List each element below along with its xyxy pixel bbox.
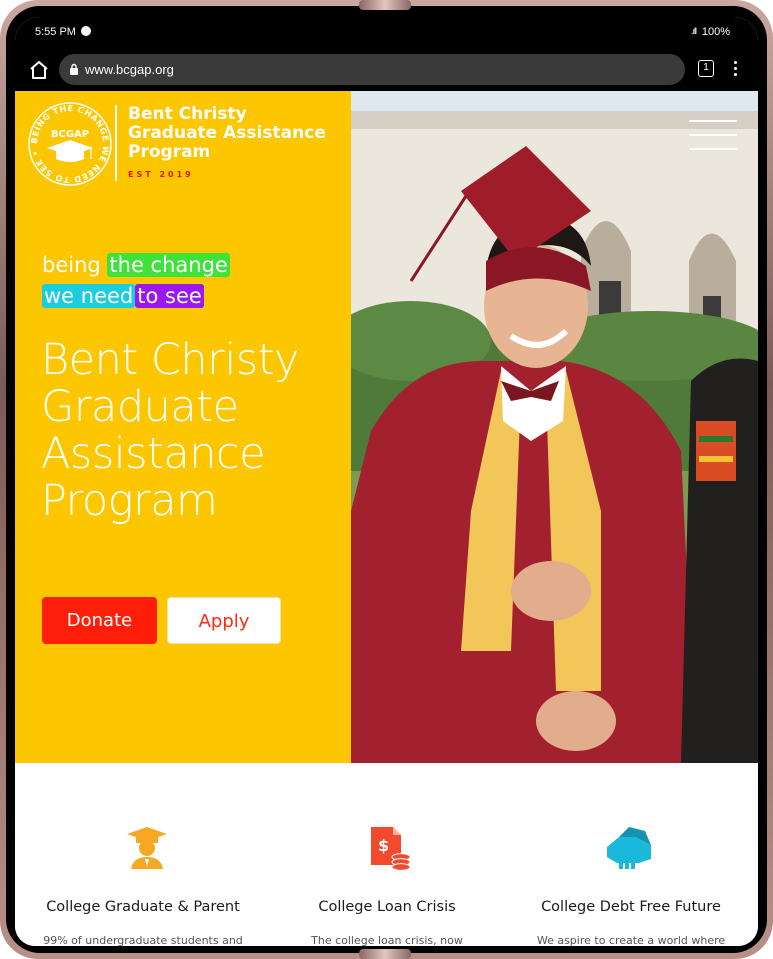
donate-button[interactable]: Donate [42,597,157,644]
tagline-highlight-green: the change [107,253,230,277]
site-title-line: Program [128,142,211,162]
feature-title: College Graduate & Parent [46,899,240,915]
handshake-icon [607,827,651,869]
device-hinge-bottom [359,949,411,959]
url-text: www.bcgap.org [85,62,174,77]
site-title-line: Bent Christy [128,104,247,124]
hamburger-menu-icon[interactable] [689,120,737,152]
site-title-line: Graduate Assistance [128,123,326,143]
graduate-photo-illustration [351,91,758,763]
status-bar: 5:55 PM .ıll 100% [15,17,758,49]
logo-divider [115,105,117,181]
tagline-highlight-purple: to see [135,284,204,308]
apply-button[interactable]: Apply [167,597,281,644]
signal-icon: .ıll [691,26,697,36]
graduate-hero-photo [351,91,758,763]
home-icon[interactable] [27,58,51,82]
hero-heading-line: Assistance [41,429,266,479]
tabs-counter-button[interactable]: 1 [698,60,714,77]
hero-heading-line: Program [41,476,218,526]
graduate-icon [127,827,167,869]
tagline: being the change we need to see [42,250,230,312]
tagline-highlight-cyan: we need [42,284,136,308]
browser-menu-icon[interactable] [729,59,741,79]
tagline-word: being [42,253,101,277]
hero-section: BEING THE CHANGE WE NEED TO SEE • BCGAP … [15,91,758,763]
established-label: EST 2019 [128,170,194,179]
feature-description: 99% of undergraduate students and [43,934,243,946]
hero-yellow-panel: BEING THE CHANGE WE NEED TO SEE • BCGAP … [15,91,351,763]
lock-icon [70,63,78,75]
device-hinge-top [359,0,411,10]
hero-heading-line: Graduate [41,382,239,432]
battery-level: 100% [701,26,730,38]
features-section: College Graduate & Parent 99% of undergr… [15,763,758,946]
feature-title: College Debt Free Future [541,899,721,915]
site-title[interactable]: Bent Christy Graduate Assistance Program [128,105,348,162]
svg-text:BCGAP: BCGAP [51,129,89,140]
status-time: 5:55 PM [35,26,76,38]
feature-description: We aspire to create a world where [536,934,726,946]
phone-screen: 5:55 PM .ıll 100% www.bcgap.org 1 BEING … [15,17,758,946]
bcgap-seal-logo[interactable]: BEING THE CHANGE WE NEED TO SEE • BCGAP [25,99,115,189]
feature-description: The college loan crisis, now [311,934,463,946]
spotify-icon [81,26,91,36]
feature-title: College Loan Crisis [318,899,456,915]
browser-toolbar: www.bcgap.org 1 [15,49,758,91]
hero-heading: Bent Christy Graduate Assistance Program [41,337,341,525]
address-bar[interactable]: www.bcgap.org [59,54,685,85]
invoice-dollar-icon: $ [371,827,411,871]
hero-heading-line: Bent Christy [41,335,300,385]
svg-text:$: $ [378,836,389,855]
